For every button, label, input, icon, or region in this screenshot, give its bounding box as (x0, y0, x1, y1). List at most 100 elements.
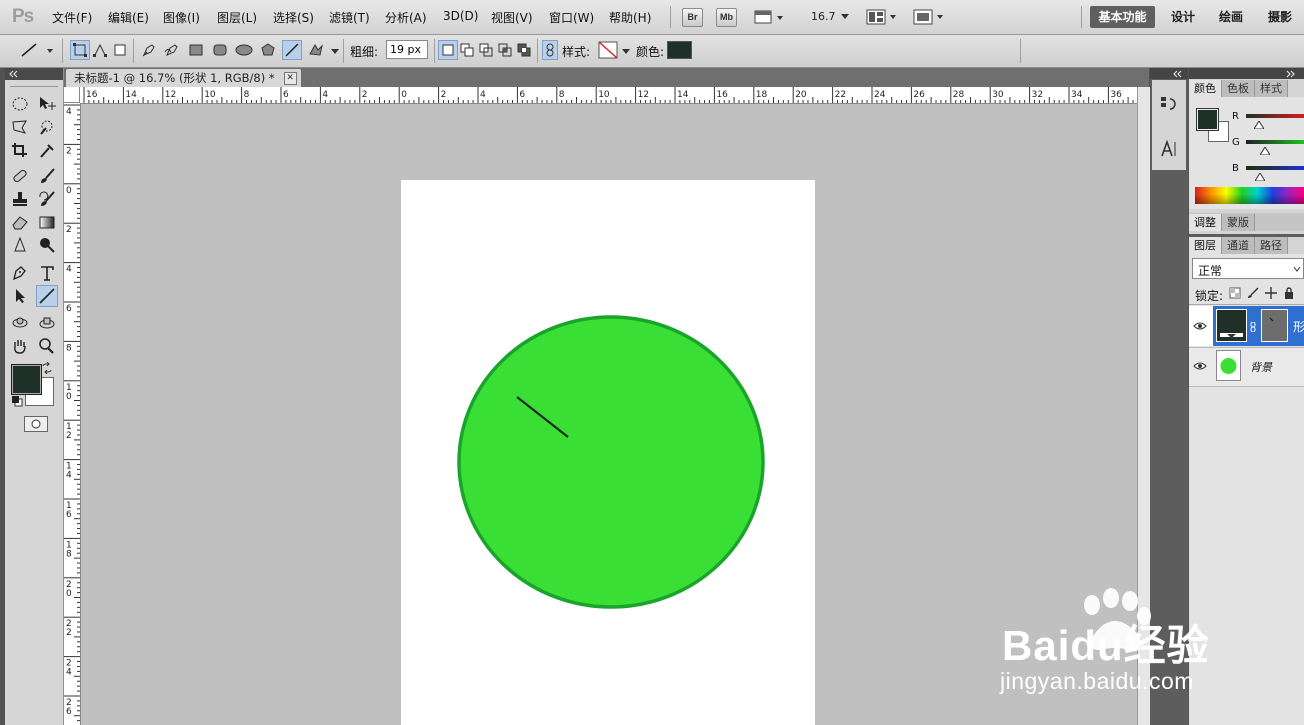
style-dropdown[interactable] (621, 45, 631, 59)
blue-slider-thumb[interactable] (1254, 170, 1266, 184)
intersect-shape-areas[interactable] (495, 40, 515, 60)
menu-layer[interactable]: 图层(L) (217, 9, 257, 26)
color-ramp[interactable] (1195, 187, 1304, 204)
lasso-tool[interactable] (9, 116, 31, 138)
tool-preset-picker[interactable] (16, 40, 56, 60)
create-new-shape-layer[interactable] (438, 40, 458, 60)
lock-all-button[interactable] (1283, 287, 1295, 302)
tab-adjustments[interactable]: 调整 (1189, 214, 1222, 231)
tab-swatches[interactable]: 色板 (1222, 80, 1255, 97)
workspace-design[interactable]: 设计 (1165, 6, 1201, 28)
green-circle-shape[interactable] (457, 315, 765, 609)
menu-view[interactable]: 视图(V) (491, 9, 533, 26)
zoom-dropdown[interactable] (840, 10, 850, 25)
arrange-documents-button[interactable] (866, 8, 900, 26)
pen-tool-option[interactable] (139, 40, 159, 60)
strip-header[interactable] (1150, 68, 1188, 79)
menu-image[interactable]: 图像(I) (163, 9, 200, 26)
vertical-ruler[interactable]: 4202468101214161820222426 (64, 103, 81, 725)
lock-pixels-button[interactable] (1247, 287, 1259, 302)
rectangle-option[interactable] (186, 40, 206, 60)
add-to-shape-area[interactable] (457, 40, 477, 60)
background-layer-thumbnail[interactable] (1216, 350, 1241, 381)
lock-transparent-button[interactable] (1229, 287, 1241, 302)
tab-paths[interactable]: 路径 (1255, 237, 1288, 254)
foreground-color-swatch[interactable] (11, 364, 42, 395)
3d-rotate-tool[interactable] (9, 312, 31, 334)
vector-mask-thumbnail[interactable] (1261, 309, 1288, 342)
layer-visibility-toggle[interactable] (1192, 319, 1208, 333)
healing-brush-tool[interactable] (9, 165, 31, 187)
lock-position-button[interactable] (1265, 287, 1277, 302)
menu-window[interactable]: 窗口(W) (549, 9, 594, 26)
history-brush-tool[interactable] (36, 188, 58, 210)
panel-dock-header[interactable] (1189, 68, 1304, 79)
history-panel-button[interactable] (1158, 94, 1180, 117)
blend-mode-select[interactable]: 正常 (1192, 258, 1304, 279)
layer-name-shape[interactable]: 形 (1293, 318, 1304, 335)
tab-color[interactable]: 颜色 (1189, 80, 1222, 97)
zoom-tool[interactable] (36, 335, 58, 357)
shape-layers-mode[interactable] (70, 40, 90, 60)
layer-fill-thumbnail[interactable] (1216, 309, 1247, 342)
default-colors-button[interactable] (11, 395, 23, 410)
hand-tool[interactable] (9, 335, 31, 357)
crop-tool[interactable] (9, 139, 31, 161)
exclude-overlapping-shape-areas[interactable] (514, 40, 534, 60)
workspace-painting[interactable]: 绘画 (1213, 6, 1249, 28)
menu-3d[interactable]: 3D(D) (443, 9, 478, 23)
3d-orbit-tool[interactable] (36, 312, 58, 334)
menu-file[interactable]: 文件(F) (52, 9, 92, 26)
tab-channels[interactable]: 通道 (1222, 237, 1255, 254)
canvas-pasteboard[interactable] (81, 104, 1137, 725)
brush-tool[interactable] (36, 165, 58, 187)
line-tool[interactable] (36, 285, 58, 307)
document-canvas[interactable] (401, 180, 815, 725)
marquee-tool[interactable] (9, 93, 31, 115)
polygon-option[interactable] (258, 40, 278, 60)
blur-tool[interactable] (9, 234, 31, 256)
menu-edit[interactable]: 编辑(E) (108, 9, 149, 26)
workspace-essentials[interactable]: 基本功能 (1090, 6, 1155, 28)
clone-stamp-tool[interactable] (9, 188, 31, 210)
layer-visibility-toggle[interactable] (1192, 359, 1208, 373)
green-slider-track[interactable] (1246, 140, 1304, 144)
screen-mode-button[interactable] (913, 8, 947, 26)
quick-mask-button[interactable] (24, 416, 48, 432)
ellipse-option[interactable] (234, 40, 254, 60)
geometry-options-dropdown[interactable] (330, 45, 340, 59)
swap-colors-button[interactable] (41, 361, 53, 377)
weight-input[interactable] (386, 40, 428, 59)
menu-analysis[interactable]: 分析(A) (385, 9, 427, 26)
path-selection-tool[interactable] (9, 285, 31, 307)
type-tool[interactable] (36, 262, 58, 284)
dodge-tool[interactable] (36, 234, 58, 256)
workspace-photography[interactable]: 摄影 (1262, 6, 1298, 28)
link-style-toggle[interactable] (542, 40, 558, 60)
freeform-pen-option[interactable] (162, 40, 182, 60)
gradient-tool[interactable] (36, 211, 58, 233)
panel-foreground-swatch[interactable] (1196, 108, 1219, 131)
menu-help[interactable]: 帮助(H) (609, 9, 651, 26)
rounded-rectangle-option[interactable] (210, 40, 230, 60)
horizontal-ruler[interactable]: 16 14 12 10 8 6 4 2 0 2 4 6 8 10 12 14 16 18 20 22 24 26 28 30 3… (80, 87, 1137, 104)
fill-pixels-mode[interactable] (110, 40, 130, 60)
eyedropper-tool[interactable] (36, 139, 58, 161)
green-slider-thumb[interactable] (1259, 144, 1271, 158)
line-option[interactable] (282, 40, 302, 60)
red-slider-thumb[interactable] (1253, 118, 1265, 132)
menu-filter[interactable]: 滤镜(T) (329, 9, 370, 26)
move-tool[interactable] (36, 93, 58, 115)
tab-masks[interactable]: 蒙版 (1222, 214, 1255, 231)
bridge-button[interactable]: Br (682, 8, 703, 27)
pen-tool[interactable] (9, 262, 31, 284)
tab-layers[interactable]: 图层 (1189, 237, 1222, 254)
custom-shape-option[interactable] (306, 40, 326, 60)
tab-styles[interactable]: 样式 (1255, 80, 1288, 97)
quick-selection-tool[interactable] (36, 116, 58, 138)
shape-color-swatch[interactable] (667, 41, 692, 59)
zoom-level[interactable]: 16.7 (811, 10, 836, 23)
menu-select[interactable]: 选择(S) (273, 9, 314, 26)
subtract-from-shape-area[interactable] (476, 40, 496, 60)
tools-panel-header[interactable] (5, 68, 63, 80)
